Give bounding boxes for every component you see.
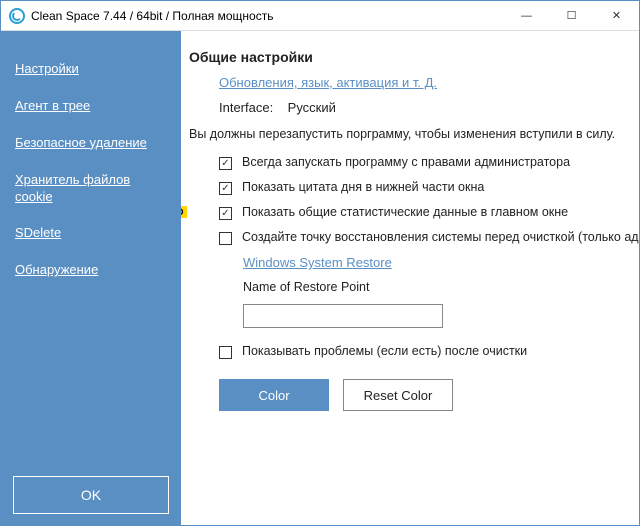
check-restore[interactable]	[219, 232, 232, 245]
app-icon	[9, 8, 25, 24]
interface-label: Interface:	[219, 100, 273, 115]
sidebar-item-secure-delete[interactable]: Безопасное удаление	[1, 125, 181, 162]
check-quote-label: Показать цитата дня в нижней части окна	[242, 180, 484, 194]
window-controls: — ☐ ✕	[504, 1, 639, 30]
button-row: Color Reset Color	[219, 379, 629, 411]
check-quote[interactable]	[219, 182, 232, 195]
check-quote-row: Показать цитата дня в нижней части окна	[189, 180, 629, 195]
check-restore-row: Создайте точку восстановления системы пе…	[189, 230, 629, 245]
color-button[interactable]: Color	[219, 379, 329, 411]
check-admin-row: Всегда запускать программу с правами адм…	[189, 155, 629, 170]
check-stats-row: PRO Показать общие статистические данные…	[189, 205, 629, 220]
updates-link[interactable]: Обновления, язык, активация и т. Д.	[219, 75, 437, 90]
check-problems-row: Показывать проблемы (если есть) после оч…	[189, 344, 629, 359]
reset-color-button[interactable]: Reset Color	[343, 379, 453, 411]
content: Настройки Агент в трее Безопасное удален…	[1, 31, 639, 526]
ok-button[interactable]: OK	[13, 476, 169, 514]
titlebar: Clean Space 7.44 / 64bit / Полная мощнос…	[1, 1, 639, 31]
restore-name-label: Name of Restore Point	[243, 280, 629, 294]
sidebar-item-sdelete[interactable]: SDelete	[1, 215, 181, 252]
sidebar-item-tray-agent[interactable]: Агент в трее	[1, 88, 181, 125]
sidebar: Настройки Агент в трее Безопасное удален…	[1, 31, 181, 526]
minimize-button[interactable]: —	[504, 1, 549, 30]
pro-badge: PRO	[181, 206, 187, 218]
restore-link[interactable]: Windows System Restore	[243, 255, 392, 270]
sidebar-item-cookie-keeper[interactable]: Хранитель файлов cookie	[1, 162, 181, 216]
window-title: Clean Space 7.44 / 64bit / Полная мощнос…	[31, 9, 273, 23]
check-restore-label: Создайте точку восстановления системы пе…	[242, 230, 639, 244]
check-stats-label: Показать общие статистические данные в г…	[242, 205, 568, 219]
page-title: Общие настройки	[189, 49, 629, 65]
check-problems-label: Показывать проблемы (если есть) после оч…	[242, 344, 527, 358]
close-button[interactable]: ✕	[594, 1, 639, 30]
maximize-button[interactable]: ☐	[549, 1, 594, 30]
check-admin-label: Всегда запускать программу с правами адм…	[242, 155, 570, 169]
sidebar-item-settings[interactable]: Настройки	[1, 51, 181, 88]
interface-value: Русский	[288, 100, 336, 115]
check-stats[interactable]	[219, 207, 232, 220]
interface-row: Interface: Русский	[219, 100, 629, 115]
check-problems[interactable]	[219, 346, 232, 359]
check-admin[interactable]	[219, 157, 232, 170]
sidebar-item-detection[interactable]: Обнаружение	[1, 252, 181, 289]
restart-note: Вы должны перезапустить порграмму, чтобы…	[189, 127, 629, 141]
main-panel: Общие настройки Обновления, язык, актива…	[181, 31, 639, 526]
restore-name-input[interactable]	[243, 304, 443, 328]
